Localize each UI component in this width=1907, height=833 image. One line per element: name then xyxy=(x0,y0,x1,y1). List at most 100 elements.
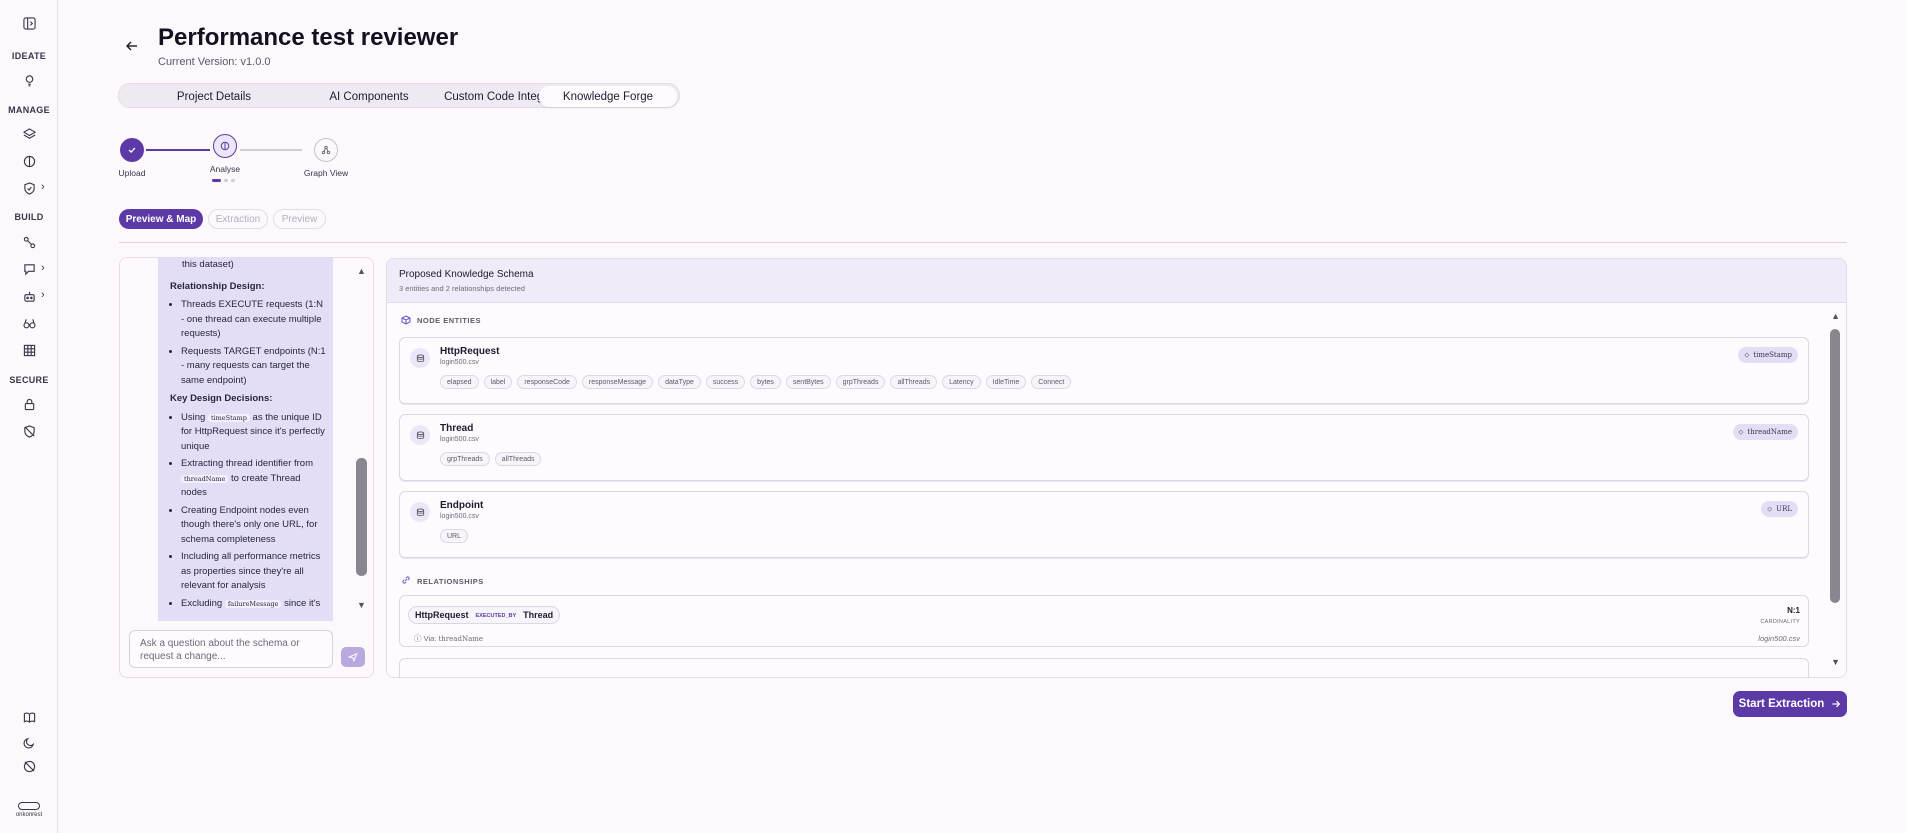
step-upload-complete-icon[interactable] xyxy=(120,138,144,162)
schema-panel: Proposed Knowledge Schema 3 entities and… xyxy=(386,258,1847,678)
property-chip: dataType xyxy=(658,375,701,389)
sidebar: IDEATE MANAGE › BUILD › › SECURE onkonre… xyxy=(0,0,58,833)
start-extraction-button[interactable]: Start Extraction xyxy=(1733,691,1847,717)
chat-icon[interactable] xyxy=(20,260,38,278)
bot-icon[interactable] xyxy=(20,287,38,305)
tab-project-details[interactable]: Project Details xyxy=(139,86,289,107)
relationship-to: Thread xyxy=(523,610,554,620)
layers-icon[interactable] xyxy=(20,125,38,143)
database-icon xyxy=(410,425,430,445)
sidebar-toggle-icon[interactable] xyxy=(20,14,38,32)
property-chip: URL xyxy=(440,529,469,543)
lock-icon[interactable] xyxy=(20,395,38,413)
chevron-right-icon[interactable]: › xyxy=(41,262,45,274)
sidebar-section-manage: MANAGE xyxy=(8,105,50,115)
property-chip: allThreads xyxy=(890,375,938,389)
lightbulb-icon[interactable] xyxy=(20,71,38,89)
property-chip: responseMessage xyxy=(581,375,654,389)
property-chip: grpThreads xyxy=(835,375,886,389)
workflow-icon[interactable] xyxy=(20,233,38,251)
node-entities-label: NODE ENTITIES xyxy=(417,316,482,325)
sidebar-section-secure: SECURE xyxy=(9,375,49,385)
property-chip: responseCode xyxy=(517,375,577,389)
key-badge: ⬦ threadName xyxy=(1732,424,1798,440)
step-label-analyse: Analyse xyxy=(209,164,241,174)
entity-card-endpoint[interactable]: Endpoint login500.csv ⬦ URL URL xyxy=(399,491,1809,558)
step-graph-view-icon[interactable] xyxy=(314,138,338,162)
relationship-heading: Relationship Design: xyxy=(170,280,265,292)
schema-title: Proposed Knowledge Schema xyxy=(399,269,534,280)
entity-properties: elapsed label responseCode responseMessa… xyxy=(440,375,1072,389)
subtab-preview-map[interactable]: Preview & Map xyxy=(119,209,203,229)
entity-properties: URL xyxy=(440,529,469,543)
tag-icon: ⬦ xyxy=(1767,504,1773,513)
entity-card-httprequest[interactable]: HttpRequest login500.csv ⬦ timeStamp elap… xyxy=(399,337,1809,404)
subtab-preview[interactable]: Preview xyxy=(273,209,326,229)
decisions-heading: Key Design Decisions: xyxy=(170,393,273,404)
entity-source-file: login500.csv xyxy=(440,513,479,520)
info-icon: ⓘ xyxy=(414,634,422,643)
property-chip: allThreads xyxy=(494,452,542,466)
subtab-extraction[interactable]: Extraction xyxy=(208,209,268,229)
scroll-down-icon[interactable]: ▼ xyxy=(357,600,366,610)
list-item: Excluding failureMessage since it's xyxy=(181,597,326,612)
entity-name: Endpoint xyxy=(440,500,484,511)
page-title: Performance test reviewer xyxy=(158,24,459,51)
brain-icon[interactable] xyxy=(20,152,38,170)
send-button[interactable] xyxy=(341,647,365,667)
tag-icon: ⬦ xyxy=(1744,350,1750,359)
cardinality-value: N:1 xyxy=(1787,606,1800,615)
shield-off-icon[interactable] xyxy=(20,422,38,440)
shield-icon[interactable] xyxy=(20,179,38,197)
palette-off-icon[interactable] xyxy=(20,757,38,775)
chat-input[interactable]: Ask a question about the schema or reque… xyxy=(129,630,333,668)
step-analyse-icon[interactable] xyxy=(213,134,237,158)
chat-scrollbar[interactable]: ▲ ▼ xyxy=(354,258,370,621)
database-icon xyxy=(410,502,430,522)
scroll-thumb[interactable] xyxy=(1830,329,1840,603)
relationship-card[interactable]: HttpRequest EXECUTED_BY Thread ⓘ Via: th… xyxy=(399,595,1809,647)
inline-code: timeStamp xyxy=(207,413,250,422)
relationship-list: Threads EXECUTE requests (1:N - one thre… xyxy=(181,298,326,388)
book-icon[interactable] xyxy=(20,708,38,726)
list-item: Using timeStamp as the unique ID for Htt… xyxy=(181,411,326,455)
inline-code: failureMessage xyxy=(224,599,282,608)
relationship-type: EXECUTED_BY xyxy=(475,613,517,619)
cube-icon xyxy=(401,315,411,325)
scroll-up-icon[interactable]: ▲ xyxy=(1831,311,1840,321)
back-arrow-icon[interactable] xyxy=(124,38,140,54)
table-icon[interactable] xyxy=(20,341,38,359)
entity-properties: grpThreads allThreads xyxy=(440,452,542,466)
step-label-upload: Upload xyxy=(118,168,146,178)
scroll-thumb[interactable] xyxy=(356,458,367,576)
entity-name: Thread xyxy=(440,423,474,434)
version-label: Current Version: v1.0.0 xyxy=(158,56,271,68)
scroll-up-icon[interactable]: ▲ xyxy=(357,266,366,276)
relationship-source-file: login500.csv xyxy=(1758,634,1800,643)
scroll-down-icon[interactable]: ▼ xyxy=(1831,657,1840,667)
brand-logo-icon xyxy=(18,802,40,810)
list-item: Extracting thread identifier from thread… xyxy=(181,457,326,501)
divider xyxy=(119,242,1847,243)
message-fragment: this dataset) xyxy=(182,259,234,270)
brand-text: onkonrest xyxy=(15,812,43,818)
property-chip: sentBytes xyxy=(785,375,831,389)
property-chip: bytes xyxy=(750,375,781,389)
step-connector xyxy=(240,149,302,151)
step-label-graph-view: Graph View xyxy=(303,168,349,178)
relationship-card[interactable] xyxy=(399,658,1809,677)
property-chip: IdleTime xyxy=(985,375,1027,389)
moon-icon[interactable] xyxy=(20,733,38,751)
start-extraction-label: Start Extraction xyxy=(1738,698,1825,710)
schema-header: Proposed Knowledge Schema 3 entities and… xyxy=(387,259,1846,303)
property-chip: grpThreads xyxy=(440,452,490,466)
arrow-right-icon xyxy=(1832,700,1841,708)
chevron-right-icon[interactable]: › xyxy=(41,181,45,193)
list-item: Creating Endpoint nodes even though ther… xyxy=(181,504,326,548)
chat-panel: this dataset) Relationship Design: Threa… xyxy=(119,257,374,678)
binoculars-icon[interactable] xyxy=(20,314,38,332)
entity-card-thread[interactable]: Thread login500.csv ⬦ threadName grpThrea… xyxy=(399,414,1809,481)
tab-knowledge-forge[interactable]: Knowledge Forge xyxy=(539,86,677,107)
list-item: Threads EXECUTE requests (1:N - one thre… xyxy=(181,298,326,342)
chevron-right-icon[interactable]: › xyxy=(41,289,45,301)
